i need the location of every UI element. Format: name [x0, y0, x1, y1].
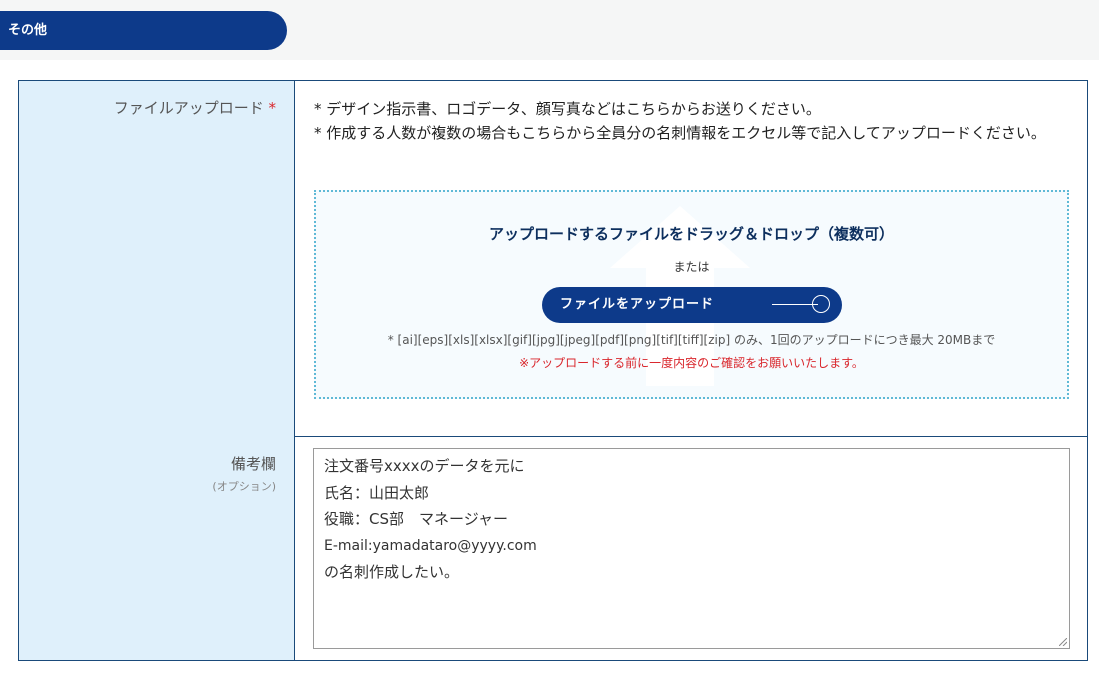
upload-notes: * デザイン指示書、ロゴデータ、顔写真などはこちらからお送りください。 * 作成… [314, 97, 1054, 145]
file-upload-content: * デザイン指示書、ロゴデータ、顔写真などはこちらからお送りください。 * 作成… [295, 81, 1087, 436]
allowed-formats-text: * [ai][eps][xls][xlsx][gif][jpg][jpeg][p… [387, 333, 996, 347]
remarks-line: E-mail:yamadataro@yyyy.com [324, 537, 537, 554]
upload-note: * 作成する人数が複数の場合もこちらから全員分の名刺情報をエクセル等で記入してア… [314, 124, 1046, 142]
upload-warning-text: ※アップロードする前に一度内容のご確認をお願いいたします。 [519, 356, 864, 370]
remarks-label: 備考欄 [230, 455, 276, 473]
resize-grip-icon[interactable] [1059, 638, 1067, 646]
form-table: ファイルアップロード * * デザイン指示書、ロゴデータ、顔写真などはこちらから… [18, 80, 1088, 661]
button-circle-icon [812, 295, 830, 313]
remarks-textarea[interactable]: 注文番号xxxxのデータを元に 氏名：山田太郎 役職：CS部 マネージャー E-… [313, 448, 1070, 649]
remarks-optional-label: (オプション) [212, 480, 276, 493]
file-upload-label: ファイルアップロード * [19, 97, 276, 118]
remarks-row: 備考欄 (オプション) 注文番号xxxxのデータを元に 氏名：山田太郎 役職：C… [19, 436, 1087, 660]
required-mark: * [268, 99, 277, 117]
upload-file-button[interactable]: ファイルをアップロード [542, 287, 842, 323]
file-dropzone[interactable]: アップロードするファイルをドラッグ＆ドロップ（複数可） または ファイルをアップ… [314, 190, 1069, 399]
remarks-label-cell: 備考欄 (オプション) [19, 436, 295, 660]
remarks-line: の名刺作成したい。 [324, 563, 460, 581]
file-upload-label-text: ファイルアップロード [113, 99, 264, 117]
dropzone-or-text: または [673, 260, 710, 274]
remarks-line: 注文番号xxxxのデータを元に [324, 457, 525, 475]
remarks-content: 注文番号xxxxのデータを元に 氏名：山田太郎 役職：CS部 マネージャー E-… [295, 436, 1087, 660]
upload-note: * デザイン指示書、ロゴデータ、顔写真などはこちらからお送りください。 [314, 100, 821, 118]
file-upload-row: ファイルアップロード * * デザイン指示書、ロゴデータ、顔写真などはこちらから… [19, 81, 1087, 437]
remarks-line: 氏名：山田太郎 [324, 483, 430, 502]
file-upload-label-cell: ファイルアップロード * [19, 81, 295, 436]
dropzone-title: アップロードするファイルをドラッグ＆ドロップ（複数可） [488, 225, 894, 243]
section-title: その他 [0, 11, 287, 50]
upload-button-label: ファイルをアップロード [560, 297, 715, 312]
remarks-line: 役職：CS部 マネージャー [324, 510, 508, 528]
